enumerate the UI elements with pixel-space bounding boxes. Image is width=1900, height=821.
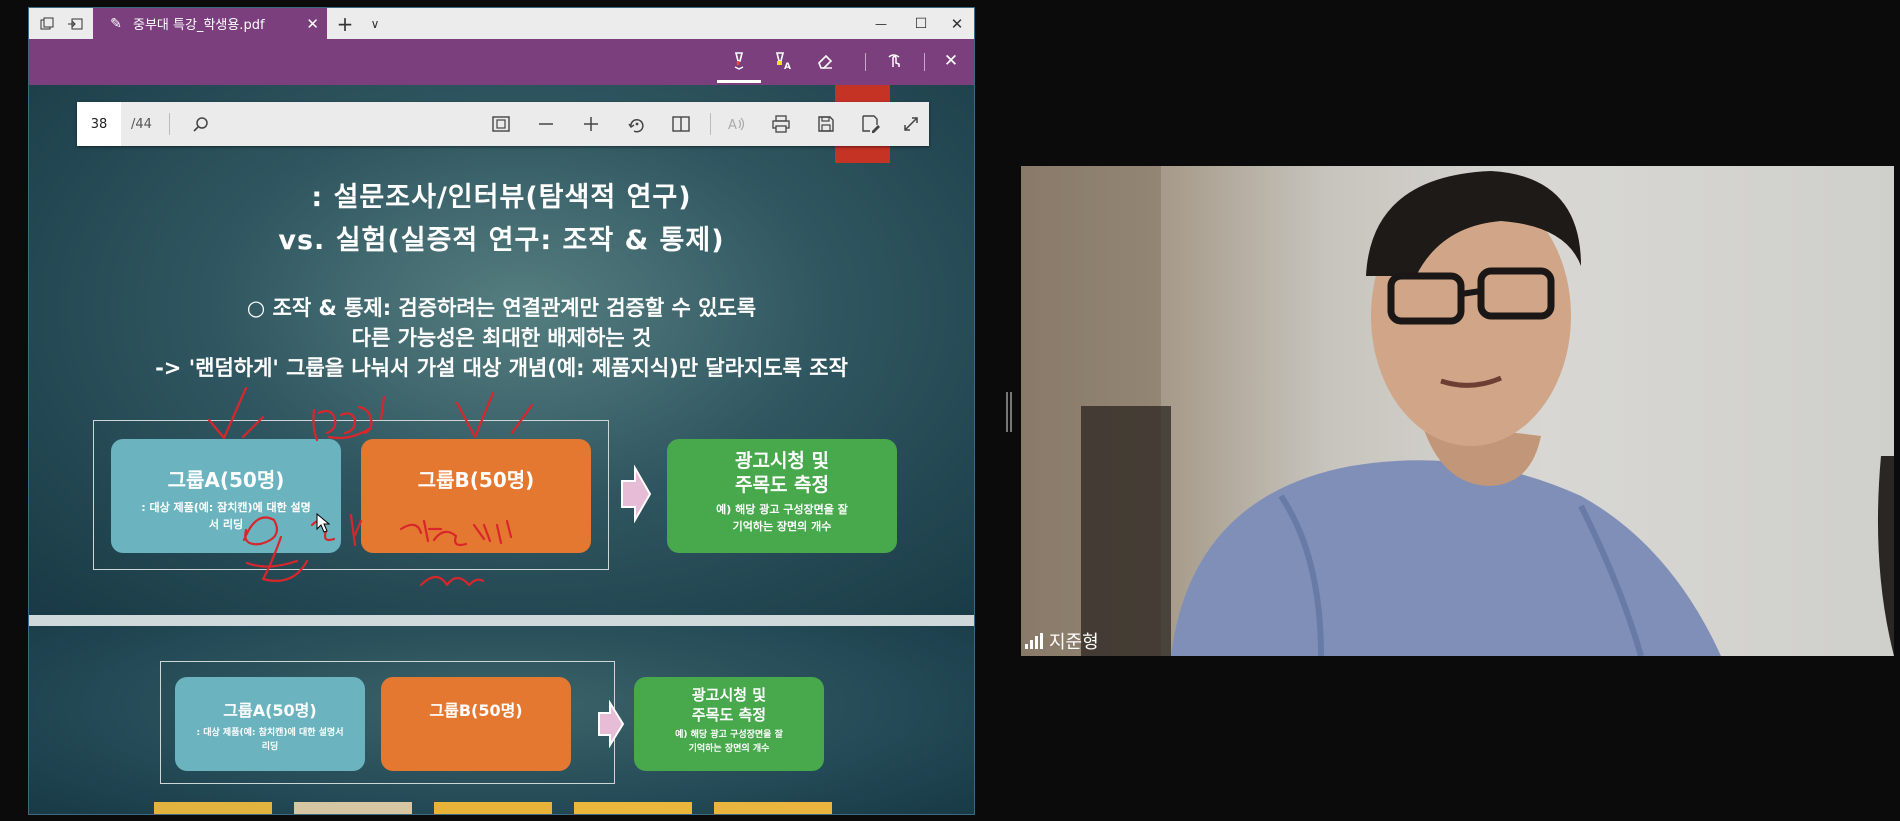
toolbar-separator <box>710 113 711 135</box>
result-title-1: 광고시청 및 <box>734 450 829 472</box>
result-box: 광고시청 및 주목도 측정 예) 해당 광고 구성장면을 잘 기억하는 장면의 … <box>634 677 824 771</box>
result-desc-2: 기억하는 장면의 개수 <box>688 744 770 754</box>
result-box: 광고시청 및 주목도 측정 예) 해당 광고 구성장면을 잘 기억하는 장면의 … <box>667 439 897 553</box>
slide-body-line-3: -> '랜덤하게' 그룹을 나눠서 가설 대상 개념(예: 제품지식)만 달라지… <box>155 356 848 380</box>
slide-body-line-2: 다른 가능성은 최대한 배제하는 것 <box>351 326 652 350</box>
mouse-cursor-icon <box>316 513 330 533</box>
search-icon[interactable] <box>183 102 219 146</box>
pdf-toolbar: 38 /44 A <box>77 102 929 146</box>
thumbnail-image <box>154 802 272 814</box>
signal-strength-icon <box>1025 633 1043 649</box>
thumbnail-image <box>714 802 832 814</box>
result-desc-1: 예) 해당 광고 구성장면을 잘 <box>716 503 848 516</box>
result-title-2: 주목도 측정 <box>734 474 829 496</box>
arrow-icon <box>598 700 625 748</box>
pdf-viewer-window: ✎ 중부대 특강_학생용.pdf ✕ + ∨ — ☐ ✕ A ✕ : 설문조사/… <box>28 7 975 815</box>
thumbnail-image <box>434 802 552 814</box>
zoom-out-icon[interactable] <box>528 102 564 146</box>
group-a-desc: : 대상 제품(예: 참치캔)에 대한 설명서 리딩 <box>196 728 344 752</box>
exit-inking-button[interactable]: ✕ <box>937 47 965 75</box>
group-a-title: 그룹A(50명) <box>223 701 317 720</box>
result-desc-1: 예) 해당 광고 구성장면을 잘 <box>675 730 783 740</box>
fullscreen-icon[interactable] <box>893 102 929 146</box>
group-a-desc: : 대상 제품(예: 잠치캔)에 대한 설명서 리딩 <box>141 501 311 531</box>
toolbar-separator <box>865 53 866 71</box>
toolbar-separator <box>924 53 925 71</box>
page-view-icon[interactable] <box>663 102 699 146</box>
participant-name: 지준형 <box>1049 632 1099 653</box>
participant-silhouette <box>1021 166 1894 656</box>
slide-body-line-1: ○ 조작 & 통제: 검증하려는 연결관계만 검증할 수 있도록 <box>246 296 757 320</box>
pdf-page: : 설문조사/인터뷰(탐색적 연구) vs. 실험(실증적 연구: 조작 & 통… <box>29 85 974 615</box>
pdf-page-next: 그룹A(50명) : 대상 제품(예: 참치캔)에 대한 설명서 리딩 그룹B(… <box>29 626 974 814</box>
draw-toolbar: A ✕ <box>29 39 974 85</box>
result-title-1: 광고시청 및 <box>691 686 767 704</box>
new-tab-button[interactable]: + <box>329 8 361 39</box>
tab-title: 중부대 특강_학생용.pdf <box>133 18 265 33</box>
result-desc-2: 기억하는 장면의 개수 <box>732 520 832 533</box>
highlight-tool-icon[interactable]: A <box>769 47 797 75</box>
maximize-button[interactable]: ☐ <box>903 8 939 39</box>
page-number-input[interactable]: 38 <box>77 102 121 146</box>
arrow-icon <box>621 465 652 523</box>
eraser-tool-icon[interactable] <box>811 47 839 75</box>
svg-text:A: A <box>784 62 791 71</box>
thumbnail-image <box>574 802 692 814</box>
group-b-title: 그룹B(50명) <box>429 701 523 720</box>
print-icon[interactable] <box>763 102 799 146</box>
svg-text:A: A <box>728 118 737 132</box>
thumbnail-image <box>294 802 412 814</box>
group-a-box: 그룹A(50명) : 대상 제품(예: 참치캔)에 대한 설명서 리딩 <box>175 677 365 771</box>
save-as-icon[interactable] <box>853 102 889 146</box>
group-a-title: 그룹A(50명) <box>167 468 285 492</box>
slide-heading-2: vs. 실험(실증적 연구: 조작 & 통제) <box>278 225 725 256</box>
group-b-box: 그룹B(50명) <box>361 439 591 553</box>
page-divider <box>29 615 974 626</box>
rotate-icon[interactable] <box>618 102 654 146</box>
toolbar-separator <box>169 113 170 135</box>
slide-heading-1: : 설문조사/인터뷰(탐색적 연구) <box>311 182 692 213</box>
read-aloud-icon[interactable]: A <box>718 102 754 146</box>
page-total: /44 <box>131 116 152 132</box>
tab-actions-icon[interactable] <box>33 8 61 39</box>
tab-list-button[interactable]: ∨ <box>361 8 389 39</box>
set-tabs-aside-icon[interactable] <box>61 8 89 39</box>
tab-close-button[interactable]: ✕ <box>306 8 319 39</box>
panel-splitter[interactable] <box>1006 392 1012 432</box>
minimize-button[interactable]: — <box>863 8 899 39</box>
participant-name-label: 지준형 <box>1021 626 1099 656</box>
participant-video <box>1021 166 1894 656</box>
save-icon[interactable] <box>808 102 844 146</box>
touch-writing-icon[interactable] <box>881 47 909 75</box>
draw-tool-icon[interactable] <box>717 47 761 83</box>
tab-pdf-document[interactable]: ✎ 중부대 특강_학생용.pdf ✕ <box>93 8 327 39</box>
close-button[interactable]: ✕ <box>939 8 974 39</box>
pen-icon: ✎ <box>110 15 122 32</box>
group-b-box: 그룹B(50명) <box>381 677 571 771</box>
result-title-2: 주목도 측정 <box>691 706 767 724</box>
fit-to-page-icon[interactable] <box>483 102 519 146</box>
group-b-title: 그룹B(50명) <box>417 468 535 492</box>
zoom-in-icon[interactable] <box>573 102 609 146</box>
group-a-box: 그룹A(50명) : 대상 제품(예: 잠치캔)에 대한 설명서 리딩 <box>111 439 341 553</box>
title-bar: ✎ 중부대 특강_학생용.pdf ✕ + ∨ — ☐ ✕ <box>29 8 974 39</box>
